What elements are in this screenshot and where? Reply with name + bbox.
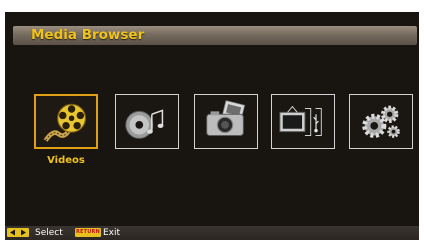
music-cd-icon [125, 109, 164, 139]
page-title: Media Browser [31, 27, 145, 43]
film-reel-icon [43, 103, 87, 142]
select-hint: Select [35, 228, 63, 238]
tv-usb-icon [279, 105, 322, 136]
media-browser-screen: Media Browser Videos Select RETURN Exit [5, 12, 419, 240]
return-key-icon: RETURN [75, 228, 101, 237]
tile-music[interactable] [115, 94, 179, 149]
tile-videos[interactable] [34, 94, 98, 149]
settings-gears-icon [362, 105, 400, 138]
tile-photos[interactable] [194, 94, 258, 149]
camera-photos-icon [206, 100, 246, 136]
footer-bar: Select RETURN Exit [5, 226, 419, 240]
title-bar: Media Browser [13, 26, 417, 45]
tile-settings[interactable] [349, 94, 413, 149]
return-key-label: RETURN [76, 229, 100, 235]
exit-hint: Exit [103, 228, 121, 238]
tile-label-videos: Videos [47, 155, 85, 166]
tile-tv-usb[interactable] [271, 94, 335, 149]
left-right-arrows-icon [7, 228, 29, 237]
